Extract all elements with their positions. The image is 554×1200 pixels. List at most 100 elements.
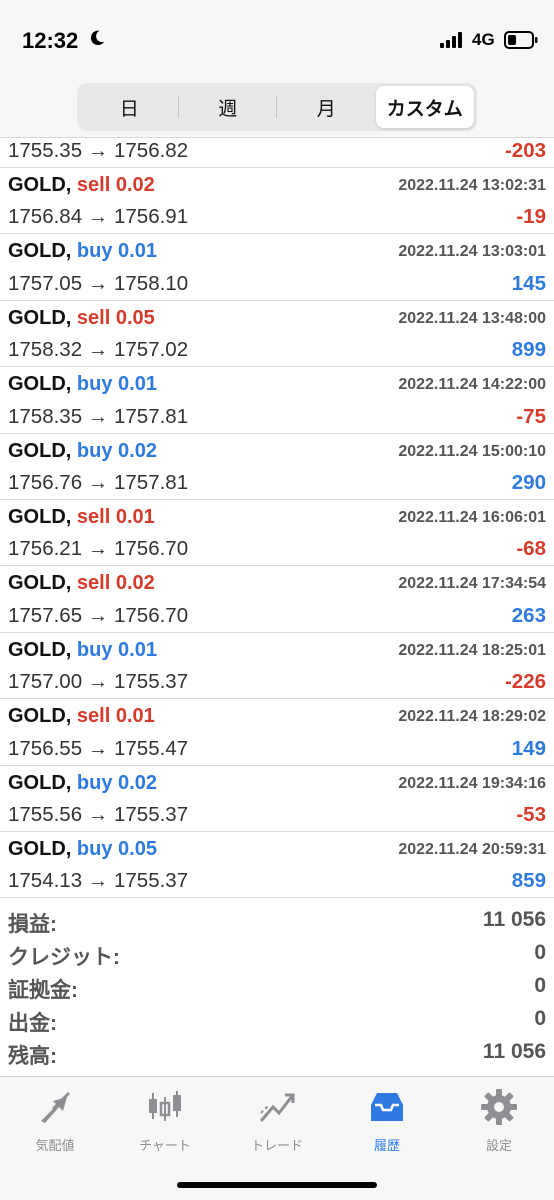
summary-profit-row: 損益: 11 056 (0, 906, 554, 939)
summary-label: 残高: (8, 1045, 57, 1068)
trade-prices: 1756.55 → 1755.47 (8, 736, 189, 760)
trade-profit: -75 (516, 404, 546, 428)
summary-label: 証拠金: (8, 979, 78, 1002)
status-bar: 12:32 4G (0, 0, 554, 76)
trade-symbol: GOLD, (8, 306, 72, 329)
candlestick-chart-icon (149, 1091, 181, 1121)
trade-side: sell 0.01 (76, 505, 155, 528)
tab-quotes[interactable]: 気配値 (0, 1087, 110, 1154)
trade-title: GOLD, buy 0.01 (8, 240, 157, 263)
trade-row[interactable]: GOLD, buy 0.01 2022.11.24 14:22:00 1758.35… (0, 367, 554, 434)
trade-date: 2022.11.24 14:22:00 (398, 376, 546, 394)
trade-row[interactable]: GOLD, buy 0.05 2022.11.24 20:59:31 1754.13… (0, 832, 554, 899)
signal-icon (440, 32, 462, 48)
trade-title: GOLD, sell 0.01 (8, 705, 155, 728)
history-tray-icon (371, 1093, 403, 1121)
trade-profit: -203 (504, 139, 546, 162)
network-type: 4G (472, 30, 495, 49)
trade-title: GOLD, buy 0.01 (8, 639, 157, 662)
trade-row[interactable]: GOLD, sell 0.05 2022.11.24 13:48:00 1758.3… (0, 301, 554, 368)
trade-row[interactable]: GOLD, buy 0.01 2022.11.24 13:03:01 1757.05… (0, 234, 554, 301)
summary-value: 11 056 (482, 908, 546, 931)
summary-deposit-row: 証拠金: 0 (0, 972, 554, 1005)
trade-profit: -19 (516, 205, 546, 229)
summary-label: 損益: (8, 913, 57, 936)
trade-side: sell 0.02 (76, 174, 155, 196)
summary-label: 出金: (8, 1012, 57, 1035)
trade-date: 2022.11.24 13:03:01 (398, 243, 546, 261)
quotes-arrows-icon (41, 1091, 71, 1123)
tab-chart[interactable]: チャート (110, 1087, 220, 1154)
trade-side: buy 0.05 (76, 837, 157, 860)
tab-month[interactable]: 月 (277, 86, 376, 128)
tab-label: チャート (139, 1138, 191, 1153)
trade-title: GOLD, sell 0.02 (8, 174, 155, 197)
trade-side: buy 0.02 (76, 439, 157, 462)
trade-side: sell 0.02 (76, 572, 155, 595)
trade-row[interactable]: GOLD, buy 0.01 2022.11.24 18:25:01 1757.00… (0, 633, 554, 700)
trade-profit: 149 (511, 736, 546, 760)
trade-profit: -68 (516, 537, 546, 561)
account-summary: 損益: 11 056 クレジット: 0 証拠金: 0 出金: 0 残高: 11 … (0, 906, 554, 1071)
period-segmented-control: 日 週 月 カスタム (77, 83, 477, 131)
trade-date: 2022.11.24 20:59:31 (398, 840, 546, 858)
trade-profit: 263 (511, 603, 546, 627)
status-time: 12:32 (22, 28, 79, 53)
trade-symbol: GOLD, (8, 705, 72, 728)
trade-date: 2022.11.24 18:25:01 (398, 641, 546, 659)
tab-week[interactable]: 週 (179, 86, 278, 128)
tab-history[interactable]: 履歴 (332, 1087, 442, 1154)
trade-row[interactable]: GOLD, buy 0.02 2022.11.24 19:34:16 1755.56… (0, 766, 554, 832)
tab-label: トレード (250, 1138, 303, 1153)
trade-symbol: GOLD, (8, 174, 72, 196)
trade-row[interactable]: GOLD, buy 0.02 2022.11.24 15:00:10 1756.76… (0, 434, 554, 500)
trade-prices: 1754.13 → 1755.37 (8, 869, 189, 893)
tab-custom[interactable]: カスタム (375, 86, 474, 128)
trade-title: GOLD, sell 0.02 (8, 572, 155, 595)
trade-symbol: GOLD, (8, 572, 72, 595)
trade-row[interactable]: GOLD, sell 0.01 2022.11.24 18:29:02 1756.5… (0, 699, 554, 766)
summary-label: クレジット: (8, 946, 120, 969)
trade-side: buy 0.01 (76, 638, 157, 661)
trade-profit: 145 (511, 271, 546, 295)
trade-title: GOLD, buy 0.01 (8, 373, 157, 396)
tab-trade[interactable]: トレード (222, 1087, 332, 1154)
trade-title: GOLD, sell 0.05 (8, 307, 155, 330)
trade-row[interactable]: GOLD, sell 0.02 2022.11.24 13:02:31 1756.8… (0, 168, 554, 235)
tab-label: 気配値 (35, 1138, 75, 1153)
trade-date: 2022.11.24 13:48:00 (398, 309, 546, 327)
trade-symbol: GOLD, (8, 837, 72, 860)
trade-row[interactable]: GOLD, sell 0.01 2022.11.24 16:06:01 1756.2… (0, 500, 554, 567)
trade-title: GOLD, buy 0.02 (8, 440, 157, 463)
tab-label: 設定 (485, 1138, 512, 1153)
trade-prices: 1758.35 → 1757.81 (8, 404, 189, 428)
trade-date: 2022.11.24 18:29:02 (398, 708, 546, 726)
trade-prices: 1757.00 → 1755.37 (8, 670, 189, 694)
trade-prices: 1757.65 → 1756.70 (8, 603, 189, 627)
tab-label: 履歴 (373, 1138, 400, 1153)
trade-row-partial[interactable]: 1755.35 → 1756.82 -203 (0, 138, 554, 168)
home-indicator (177, 1182, 377, 1188)
trade-symbol: GOLD, (8, 439, 72, 462)
summary-value: 0 (534, 1007, 546, 1030)
trade-date: 2022.11.24 13:02:31 (398, 177, 546, 194)
tab-day[interactable]: 日 (80, 86, 179, 128)
trade-side: buy 0.01 (76, 240, 157, 263)
summary-value: 0 (534, 941, 546, 964)
summary-balance-row: 残高: 11 056 (0, 1038, 554, 1071)
trade-history-list: 1755.35 → 1756.82 -203 GOLD, sell 0.02 20… (0, 138, 554, 899)
trade-side: buy 0.01 (76, 373, 157, 396)
summary-withdrawal-row: 出金: 0 (0, 1005, 554, 1038)
trade-profit: -53 (516, 802, 546, 826)
trade-prices: 1757.05 → 1758.10 (8, 271, 189, 295)
tab-settings[interactable]: 設定 (444, 1087, 554, 1154)
trade-symbol: GOLD, (8, 240, 72, 263)
trade-prices: 1755.35 → 1756.82 (8, 139, 189, 162)
trade-side: buy 0.02 (76, 771, 157, 794)
summary-credit-row: クレジット: 0 (0, 939, 554, 972)
trade-row[interactable]: GOLD, sell 0.02 2022.11.24 17:34:54 1757.6… (0, 566, 554, 633)
moon-icon (90, 30, 105, 46)
trade-side: sell 0.01 (76, 705, 155, 728)
trade-title: GOLD, buy 0.02 (8, 772, 157, 795)
trade-profit: 290 (511, 470, 546, 494)
